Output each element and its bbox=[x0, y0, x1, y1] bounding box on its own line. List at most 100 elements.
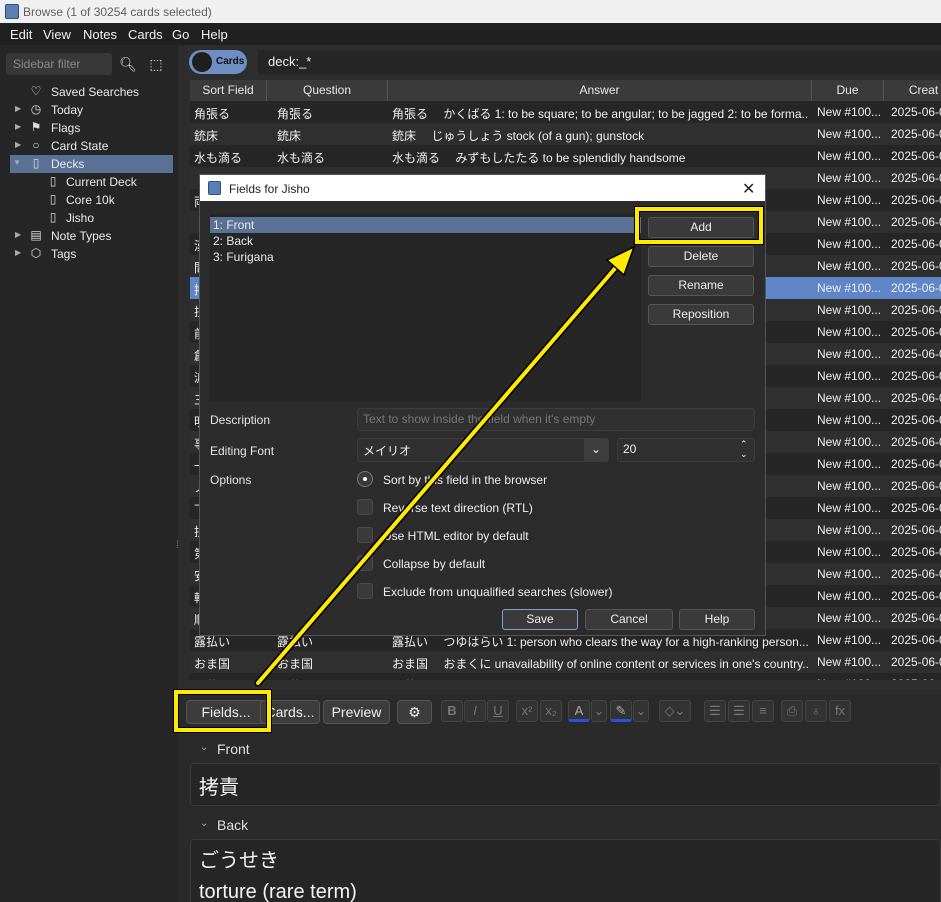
table-row[interactable]: 水も滴る 水も滴る 水も滴る みずもしたたる to be splendidly ha… bbox=[190, 145, 941, 167]
column-header-due[interactable]: Due bbox=[812, 80, 884, 101]
note-editor: Fields... Cards... Preview ⚙ B I U x² x₂… bbox=[178, 695, 941, 902]
collapse-back-icon[interactable]: ⌄ bbox=[200, 818, 208, 829]
table-cell-created: 2025-06-0 bbox=[891, 369, 941, 383]
column-header-created[interactable]: Creat bbox=[884, 80, 941, 101]
sidebar-item-note-types[interactable]: ▶ ▤ Note Types bbox=[0, 227, 178, 245]
sidebar-item-tags[interactable]: ▶ ⬡ Tags bbox=[0, 245, 178, 263]
subscript-icon[interactable]: x₂ bbox=[540, 700, 562, 722]
help-button[interactable]: Help bbox=[679, 609, 755, 630]
chevron-down-icon[interactable]: ⌄ bbox=[633, 700, 649, 722]
table-cell-q: 水も滴る bbox=[277, 151, 326, 165]
eraser-icon[interactable]: ◇⌄ bbox=[659, 700, 691, 722]
save-button[interactable]: Save bbox=[502, 609, 578, 630]
collapse-front-icon[interactable]: ⌄ bbox=[200, 742, 208, 753]
search-input[interactable]: deck:_* bbox=[258, 50, 941, 74]
column-header-sort-field[interactable]: Sort Field bbox=[190, 80, 267, 101]
spin-arrows-icon[interactable]: ⌃ ⌄ bbox=[740, 439, 748, 459]
table-cell-due: New #100... bbox=[817, 435, 882, 449]
column-header-question[interactable]: Question bbox=[267, 80, 388, 101]
expand-arrow-icon[interactable]: ▶ bbox=[15, 230, 21, 239]
numbered-list-icon[interactable]: ☰ bbox=[728, 700, 750, 722]
sidebar-item-today[interactable]: ▶ ◷ Today bbox=[0, 101, 178, 119]
italic-icon[interactable]: I bbox=[464, 700, 486, 722]
chevron-down-icon[interactable]: ⌄ bbox=[584, 439, 608, 461]
table-cell-q: 銃床 bbox=[277, 129, 302, 143]
table-row[interactable]: 愚蒙 愚蒙 愚蒙 ぐもう stupid; foolish New #100... 202… bbox=[190, 673, 941, 680]
splitter-handle[interactable]: ⁞ bbox=[176, 540, 179, 551]
front-field[interactable]: 拷責 bbox=[190, 763, 941, 806]
superscript-icon[interactable]: x² bbox=[516, 700, 538, 722]
close-icon[interactable]: ✕ bbox=[742, 179, 755, 199]
rtl-checkbox[interactable]: Reverse text direction (RTL) bbox=[357, 498, 657, 518]
sort-by-field-radio[interactable]: Sort by this field in the browser bbox=[357, 470, 657, 490]
html-editor-checkbox[interactable]: Use HTML editor by default bbox=[357, 526, 657, 546]
menu-notes[interactable]: Notes bbox=[83, 27, 117, 42]
table-cell-a: 水も滴る みずもしたたる to be splendidly handsome bbox=[392, 151, 686, 165]
menu-cards[interactable]: Cards bbox=[128, 27, 163, 42]
microphone-icon[interactable]: ♁ bbox=[805, 700, 827, 722]
attachment-icon[interactable]: ⎙ bbox=[781, 700, 803, 722]
menu-go[interactable]: Go bbox=[172, 27, 189, 42]
sidebar-item-current-deck[interactable]: ▯ Current Deck bbox=[0, 173, 178, 191]
back-field[interactable]: ごうせき torture (rare term) bbox=[190, 839, 941, 902]
table-cell-due: New #100... bbox=[817, 567, 882, 581]
cancel-button[interactable]: Cancel bbox=[585, 609, 673, 630]
underline-icon[interactable]: U bbox=[487, 700, 509, 722]
cards-notes-toggle[interactable]: Cards bbox=[189, 50, 247, 74]
deck-icon: ▯ bbox=[32, 156, 40, 170]
table-row[interactable]: 角張る 角張る 角張る かくばる 1: to be square; to be an… bbox=[190, 101, 941, 123]
expand-arrow-icon[interactable]: ▶ bbox=[15, 140, 21, 149]
sidebar-item-decks[interactable]: ▼ ▯ Decks bbox=[10, 155, 173, 173]
table-cell-created: 2025-06-0 bbox=[891, 567, 941, 581]
bullet-list-icon[interactable]: ☰ bbox=[704, 700, 726, 722]
expand-arrow-icon[interactable]: ▶ bbox=[15, 248, 21, 257]
expand-arrow-icon[interactable]: ▶ bbox=[15, 104, 21, 113]
search-icon[interactable]: 🔍︎ bbox=[117, 53, 139, 75]
table-cell-due: New #100... bbox=[817, 633, 882, 647]
formula-icon[interactable]: fx bbox=[829, 700, 851, 722]
table-cell-due: New #100... bbox=[817, 611, 882, 625]
gear-icon[interactable]: ⚙ bbox=[397, 700, 432, 724]
sidebar-item-saved-searches[interactable]: ♡ Saved Searches bbox=[0, 83, 178, 101]
table-cell-a: 角張る かくばる 1: to be square; to be angular;… bbox=[392, 107, 808, 121]
expand-arrow-icon[interactable]: ▶ bbox=[15, 122, 21, 131]
field-label-front: Front bbox=[217, 741, 250, 757]
highlight-icon[interactable]: ✎ bbox=[610, 700, 632, 722]
collapse-arrow-icon[interactable]: ▼ bbox=[13, 158, 21, 167]
table-cell-due: New #100... bbox=[817, 237, 882, 251]
field-list-item[interactable]: 1: Front bbox=[210, 217, 641, 233]
bold-icon[interactable]: B bbox=[441, 700, 463, 722]
table-row[interactable]: おま国 おま国 おま国 おまくに unavailability of online … bbox=[190, 651, 941, 673]
column-header-answer[interactable]: Answer bbox=[388, 80, 812, 101]
table-cell-sort: 角張る bbox=[194, 107, 231, 121]
reposition-field-button[interactable]: Reposition bbox=[648, 304, 754, 325]
menu-bar: Edit View Notes Cards Go Help bbox=[0, 23, 941, 45]
collapse-checkbox[interactable]: Collapse by default bbox=[357, 554, 657, 574]
rename-field-button[interactable]: Rename bbox=[648, 275, 754, 296]
field-list-item[interactable]: 2: Back bbox=[210, 233, 641, 249]
sidebar-filter-input[interactable]: Sidebar filter bbox=[6, 53, 112, 75]
font-select[interactable]: メイリオ ⌄ bbox=[357, 438, 609, 462]
table-cell-due: New #100... bbox=[817, 523, 882, 537]
radio-icon bbox=[357, 471, 373, 487]
menu-view[interactable]: View bbox=[43, 27, 71, 42]
field-list-item[interactable]: 3: Furigana bbox=[210, 249, 641, 265]
delete-field-button[interactable]: Delete bbox=[648, 246, 754, 267]
sidebar-item-flags[interactable]: ▶ ⚑ Flags bbox=[0, 119, 178, 137]
table-row[interactable]: 銃床 銃床 銃床 じゅうしょう stock (of a gun); gunstock… bbox=[190, 123, 941, 145]
menu-edit[interactable]: Edit bbox=[10, 27, 32, 42]
sidebar-item-core-10k[interactable]: ▯ Core 10k bbox=[0, 191, 178, 209]
menu-help[interactable]: Help bbox=[201, 27, 228, 42]
sidebar-item-card-state[interactable]: ▶ ○ Card State bbox=[0, 137, 178, 155]
table-cell-q: おま国 bbox=[277, 657, 314, 671]
select-tool-icon[interactable]: ⬚ bbox=[145, 53, 167, 75]
align-icon[interactable]: ≡ bbox=[752, 700, 774, 722]
chevron-down-icon[interactable]: ⌄ bbox=[591, 700, 607, 722]
table-cell-due: New #100... bbox=[817, 105, 882, 119]
text-color-icon[interactable]: A bbox=[568, 700, 590, 722]
preview-button[interactable]: Preview bbox=[323, 700, 390, 724]
font-size-spinbox[interactable]: 20 ⌃ ⌄ bbox=[617, 438, 755, 462]
sidebar-item-jisho[interactable]: ▯ Jisho bbox=[0, 209, 178, 227]
description-input[interactable]: Text to show inside the field when it's … bbox=[357, 408, 755, 431]
exclude-searches-checkbox[interactable]: Exclude from unqualified searches (slowe… bbox=[357, 582, 657, 602]
